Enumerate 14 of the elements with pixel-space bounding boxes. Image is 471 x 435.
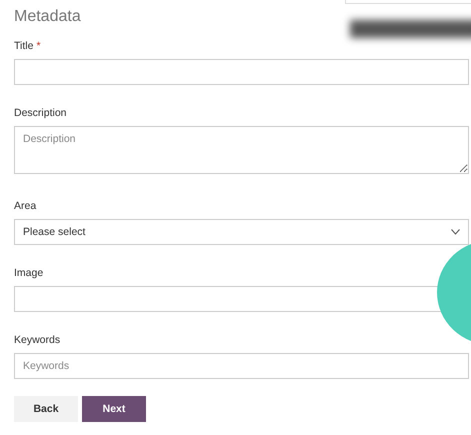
chevron-down-icon (451, 229, 460, 235)
area-dropdown[interactable]: Please select (14, 219, 469, 245)
description-field[interactable]: Description (14, 126, 469, 174)
field-label: Description (14, 106, 67, 120)
field-label: Keywords (14, 333, 60, 347)
text-field[interactable] (14, 59, 469, 85)
field-label: Title (14, 39, 34, 53)
section-heading: Metadata (14, 7, 82, 27)
next-button[interactable]: Next (82, 396, 146, 422)
back-button[interactable]: Back (14, 396, 78, 422)
text-field[interactable]: Keywords (14, 353, 469, 379)
field-label: Area (14, 199, 36, 213)
field-label: Image (14, 266, 44, 280)
required-asterisk: * (36, 39, 41, 53)
